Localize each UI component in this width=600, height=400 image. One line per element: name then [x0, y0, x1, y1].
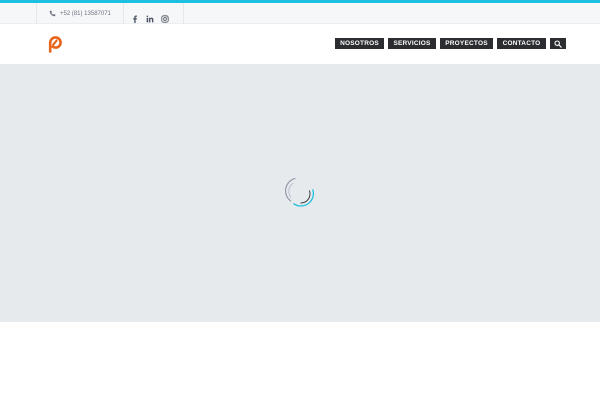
phone-number: +52 (81) 13587071 — [60, 10, 111, 17]
search-button[interactable] — [550, 38, 566, 49]
main-nav: NOSOTROS SERVICIOS PROYECTOS CONTACTO — [335, 38, 566, 49]
loading-spinner-icon — [282, 175, 316, 209]
nav-item-proyectos[interactable]: PROYECTOS — [440, 38, 493, 49]
search-icon — [554, 39, 562, 48]
page-body-empty — [0, 322, 600, 400]
social-links — [117, 3, 184, 24]
nav-item-servicios[interactable]: SERVICIOS — [388, 38, 436, 49]
site-logo[interactable] — [47, 35, 63, 53]
facebook-icon[interactable] — [131, 10, 139, 23]
nav-item-nosotros[interactable]: NOSOTROS — [335, 38, 384, 49]
site-header: NOSOTROS SERVICIOS PROYECTOS CONTACTO — [0, 24, 600, 64]
instagram-icon[interactable] — [161, 10, 169, 23]
phone-icon — [49, 10, 56, 17]
linkedin-icon[interactable] — [146, 10, 154, 22]
top-info-bar: +52 (81) 13587071 — [0, 3, 600, 24]
nav-item-contacto[interactable]: CONTACTO — [497, 38, 546, 49]
phone-contact[interactable]: +52 (81) 13587071 — [36, 3, 124, 24]
